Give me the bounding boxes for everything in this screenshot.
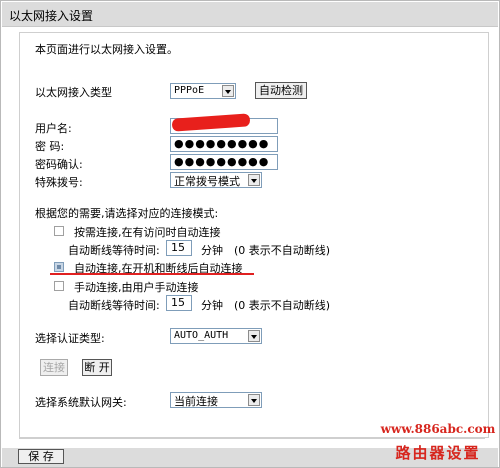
chevron-down-icon [248,330,260,342]
settings-panel: 本页面进行以太网接入设置。 以太网接入类型 PPPoE 自动检测 用户名: 密 … [19,32,489,438]
disconnect-button[interactable]: 断 开 [82,359,112,376]
title-bar: 以太网接入设置 [2,2,498,27]
watermark: www.886abc.com 路由器设置 [379,422,497,466]
connect-button[interactable]: 连接 [40,359,68,376]
manual-wait-label: 自动断线等待时间: [68,299,160,312]
chevron-down-icon [248,174,260,186]
password-value: ●●●●●●●●● [174,137,270,150]
mode-manual-label: 手动连接,由用户手动连接 [74,281,199,294]
manual-wait-note: (0 表示不自动断线) [234,299,331,312]
dial-mode-value: 正常拨号模式 [174,175,240,188]
gateway-select[interactable]: 当前连接 [170,392,262,408]
window-title: 以太网接入设置 [9,9,94,23]
manual-wait-input[interactable]: 15 [166,295,192,311]
username-label: 用户名: [35,122,72,135]
connection-type-select[interactable]: PPPoE [170,83,236,99]
auth-type-select[interactable]: AUTO_AUTH [170,328,262,344]
confirm-password-label: 密码确认: [35,158,83,171]
watermark-url: www.886abc.com [380,422,496,436]
gateway-value: 当前连接 [174,395,218,408]
on-demand-wait-note: (0 表示不自动断线) [234,244,331,257]
mode-manual-checkbox[interactable] [54,281,64,291]
highlight-underline [50,273,254,275]
connection-type-value: PPPoE [174,85,205,96]
mode-on-demand-label: 按需连接,在有访问时自动连接 [74,226,221,239]
on-demand-wait-unit: 分钟 [201,244,223,257]
mode-auto-checkbox[interactable] [54,262,64,272]
on-demand-wait-value: 15 [171,241,185,254]
auth-type-label: 选择认证类型: [35,332,105,345]
password-field[interactable]: ●●●●●●●●● [170,136,278,152]
auth-type-value: AUTO_AUTH [174,330,229,341]
confirm-password-value: ●●●●●●●●● [174,155,270,168]
watermark-text: 路由器设置 [395,444,481,462]
chevron-down-icon [222,85,234,97]
manual-wait-unit: 分钟 [201,299,223,312]
mode-prompt: 根据您的需要,请选择对应的连接模式: [35,207,219,220]
settings-window: 以太网接入设置 本页面进行以太网接入设置。 以太网接入类型 PPPoE 自动检测… [0,0,500,468]
save-button[interactable]: 保 存 [18,449,64,464]
confirm-password-field[interactable]: ●●●●●●●●● [170,154,278,170]
dial-mode-select[interactable]: 正常拨号模式 [170,172,262,188]
mode-on-demand-checkbox[interactable] [54,226,64,236]
connection-type-label: 以太网接入类型 [35,86,112,99]
auto-detect-button[interactable]: 自动检测 [255,82,307,99]
password-label: 密 码: [35,140,65,153]
on-demand-wait-input[interactable]: 15 [166,240,192,256]
on-demand-wait-label: 自动断线等待时间: [68,244,160,257]
manual-wait-value: 15 [171,296,185,309]
chevron-down-icon [248,394,260,406]
dial-mode-label: 特殊拨号: [35,176,83,189]
gateway-label: 选择系统默认网关: [35,396,127,409]
intro-text: 本页面进行以太网接入设置。 [35,43,178,56]
